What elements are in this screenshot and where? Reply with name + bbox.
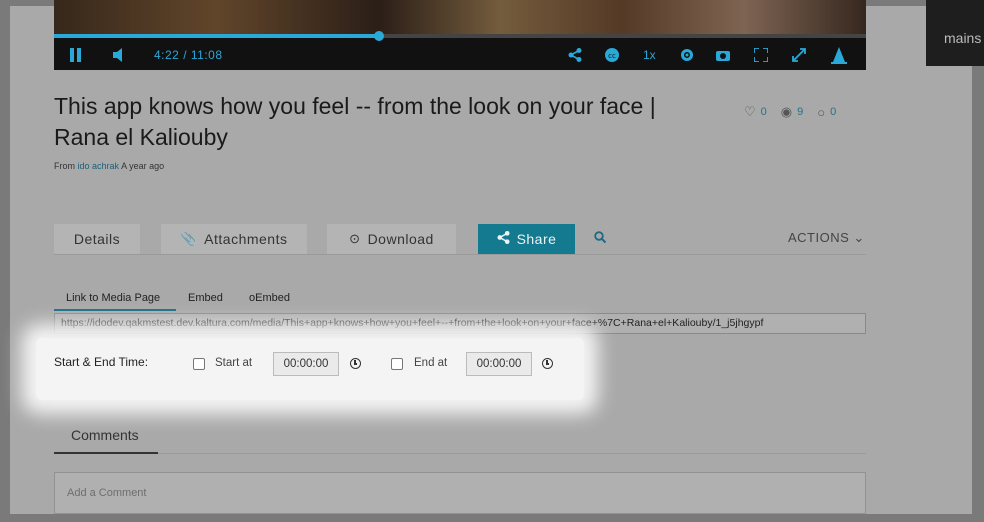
tab-details-label: Details <box>73 231 121 247</box>
tab-download[interactable]: ⊙ Download <box>327 224 456 254</box>
clock-icon[interactable] <box>542 358 553 369</box>
progress-fill <box>54 34 379 38</box>
tab-details[interactable]: Details <box>54 224 140 254</box>
subtab-embed[interactable]: Embed <box>188 292 223 304</box>
comment-placeholder: Add a Comment <box>67 487 147 499</box>
actions-label: ACTIONS <box>788 230 850 245</box>
page-background <box>10 6 972 514</box>
progress-bar[interactable] <box>54 31 866 41</box>
subtab-link-to-media-page[interactable]: Link to Media Page <box>66 292 160 304</box>
tab-attachments-label: Attachments <box>204 231 288 247</box>
subtab-oembed[interactable]: oEmbed <box>249 292 290 304</box>
likes-stat[interactable]: ♡ 0 <box>744 104 767 120</box>
search-icon[interactable] <box>594 231 607 246</box>
share-icon[interactable] <box>568 46 582 64</box>
clock-icon[interactable] <box>350 358 361 369</box>
video-frame <box>54 0 866 34</box>
closed-captions-icon[interactable]: cc <box>604 46 620 64</box>
settings-icon[interactable] <box>680 46 694 64</box>
tab-share-label: Share <box>516 231 557 247</box>
tab-attachments[interactable]: 📎 Attachments <box>161 224 307 254</box>
expand-icon[interactable] <box>792 46 806 64</box>
eye-icon: ◉ <box>780 104 793 119</box>
comments-divider <box>158 453 866 454</box>
media-title: This app knows how you feel -- from the … <box>54 93 656 150</box>
end-at-checkbox[interactable] <box>391 358 403 370</box>
tab-download-label: Download <box>367 231 434 247</box>
video-player[interactable]: 4:22 / 11:08 cc 1x <box>54 0 866 70</box>
end-time-input[interactable]: 00:00:00 <box>466 352 532 376</box>
logo-icon <box>830 46 848 64</box>
tabs-divider <box>54 254 866 255</box>
start-end-time-label: Start & End Time: <box>54 355 149 369</box>
player-controls: 4:22 / 11:08 cc 1x <box>54 40 866 70</box>
start-at-label: Start at <box>215 357 253 369</box>
comment-icon: ○ <box>817 104 826 120</box>
active-subtab-indicator <box>54 309 176 311</box>
paperclip-icon: 📎 <box>180 231 198 246</box>
side-panel: mains <box>926 0 984 66</box>
download-icon: ⊙ <box>349 231 361 246</box>
views-count: 9 <box>797 106 804 118</box>
svg-text:cc: cc <box>608 52 616 60</box>
pause-icon[interactable] <box>70 46 84 64</box>
byline: From ido achrak A year ago <box>54 161 164 171</box>
heart-icon: ♡ <box>744 104 756 119</box>
share-icon <box>497 231 510 247</box>
author-link[interactable]: ido achrak <box>78 161 120 171</box>
likes-count: 0 <box>760 106 767 118</box>
media-stats: ♡ 0 ◉ 9 ○ 0 <box>744 104 836 120</box>
tab-share[interactable]: Share <box>478 224 575 254</box>
camera-icon[interactable] <box>716 46 730 64</box>
byline-prefix: From <box>54 161 75 171</box>
chevron-down-icon: ⌄ <box>853 230 865 245</box>
views-stat: ◉ 9 <box>781 104 803 120</box>
comments-stat: ○ 0 <box>817 104 836 120</box>
end-at-label: End at <box>414 357 448 369</box>
comments-count: 0 <box>830 106 837 118</box>
comment-input[interactable]: Add a Comment <box>54 472 866 514</box>
actions-menu[interactable]: ACTIONS ⌄ <box>788 230 865 246</box>
side-panel-text: mains <box>944 30 982 46</box>
volume-icon[interactable] <box>112 46 126 64</box>
upload-age: A year ago <box>121 161 165 171</box>
comments-tab-indicator <box>54 452 158 454</box>
time-display: 4:22 / 11:08 <box>154 48 223 62</box>
share-url-field[interactable]: https://idodev.qakmstest.dev.kaltura.com… <box>54 313 866 334</box>
start-time-input[interactable]: 00:00:00 <box>273 352 339 376</box>
tab-comments[interactable]: Comments <box>71 427 139 443</box>
speed-button[interactable]: 1x <box>643 46 656 64</box>
start-at-checkbox[interactable] <box>193 358 205 370</box>
fullscreen-icon[interactable] <box>754 46 768 64</box>
